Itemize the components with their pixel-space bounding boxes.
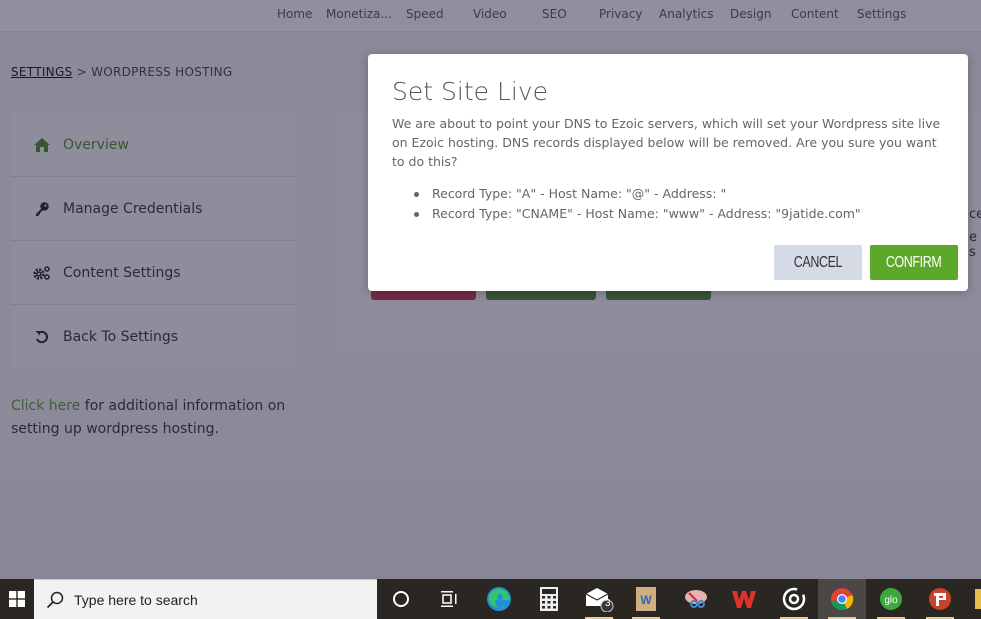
groove-button[interactable]	[770, 579, 818, 619]
dns-record-item: Record Type: "A" - Host Name: "@" - Addr…	[414, 184, 861, 204]
dns-record-list: Record Type: "A" - Host Name: "@" - Addr…	[414, 184, 861, 224]
calculator-icon	[540, 587, 558, 611]
glo-icon: glo	[880, 588, 902, 610]
svg-text:glo: glo	[884, 595, 898, 606]
cortana-button[interactable]	[377, 579, 425, 619]
task-view-button[interactable]	[425, 579, 473, 619]
overflow-app-icon[interactable]	[975, 589, 981, 609]
chrome-icon	[831, 588, 854, 611]
cancel-button[interactable]: CANCEL	[774, 245, 862, 280]
start-button[interactable]	[0, 579, 34, 619]
task-view-icon	[441, 591, 457, 607]
cortana-icon	[393, 591, 409, 607]
confirm-button[interactable]: CONFIRM	[870, 245, 958, 280]
glo-button[interactable]: glo	[867, 579, 915, 619]
edge-icon	[487, 587, 511, 611]
edge-button[interactable]	[475, 579, 523, 619]
search-icon	[46, 591, 64, 609]
groove-music-icon	[782, 587, 806, 611]
snipping-tool-button[interactable]	[672, 579, 720, 619]
confirm-button-label: CONFIRM	[886, 253, 942, 271]
dns-record-item: Record Type: "CNAME" - Host Name: "www" …	[414, 204, 861, 224]
set-site-live-dialog: Set Site Live We are about to point your…	[368, 54, 968, 291]
dialog-title: Set Site Live	[392, 77, 548, 106]
mail-button[interactable]: 3	[575, 579, 623, 619]
word-icon: W	[636, 587, 656, 611]
cancel-button-label: CANCEL	[793, 253, 843, 271]
taskbar-search-input[interactable]: Type here to search	[34, 579, 377, 619]
windows-taskbar: Type here to search 3 W glo	[0, 579, 981, 619]
calculator-button[interactable]	[525, 579, 573, 619]
psiphon-icon	[929, 588, 951, 610]
word-button[interactable]: W	[622, 579, 670, 619]
mail-badge: 3	[605, 598, 611, 609]
windows-logo-icon	[9, 591, 25, 607]
snipping-tool-icon	[685, 590, 707, 608]
chrome-button[interactable]	[818, 579, 866, 619]
svg-text:W: W	[640, 593, 652, 607]
search-placeholder: Type here to search	[74, 591, 198, 608]
wps-office-button[interactable]	[720, 579, 768, 619]
wps-office-icon	[732, 591, 756, 608]
psiphon-button[interactable]	[916, 579, 964, 619]
dialog-message: We are about to point your DNS to Ezoic …	[392, 116, 941, 169]
